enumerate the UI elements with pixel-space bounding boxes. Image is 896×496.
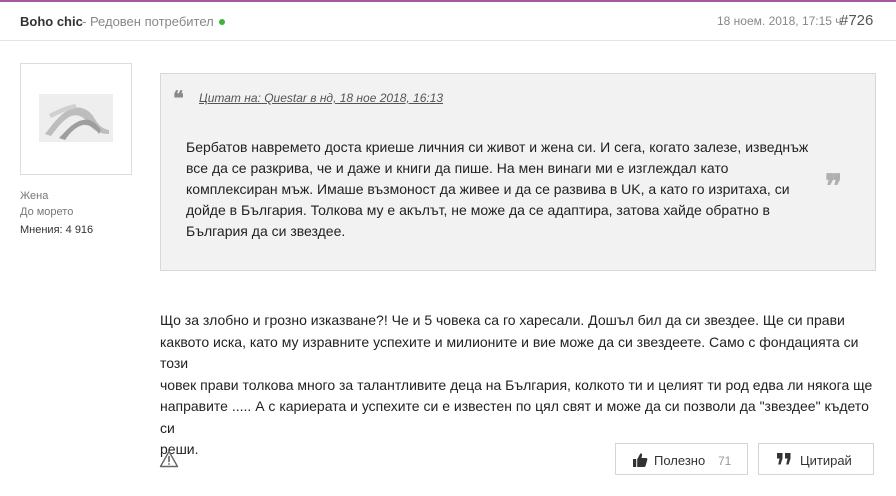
profile-post-count: Мнения: 4 916 bbox=[20, 224, 94, 236]
quote-button[interactable]: Цитирай bbox=[758, 443, 874, 475]
quote-text: Бербатов навремето доста криеше личния с… bbox=[186, 137, 811, 242]
author-role-label: - Редовен потребител bbox=[82, 14, 214, 29]
post-date: 18 ноем. 2018, 17:15 ч. bbox=[717, 14, 845, 28]
quote-line: България да си звездее. bbox=[186, 223, 346, 239]
quote-source-link[interactable]: Цитат на: Questar в нд, 18 ное 2018, 16:… bbox=[199, 91, 443, 105]
avatar[interactable] bbox=[20, 63, 132, 175]
body-line: човек прави толкова много за талантливит… bbox=[160, 376, 873, 393]
warning-triangle-icon[interactable] bbox=[159, 450, 179, 468]
thumbs-up-icon bbox=[632, 452, 648, 471]
body-line: Що за злобно и грозно изказване?! Че и 5… bbox=[160, 312, 845, 328]
quote-icon bbox=[776, 452, 792, 469]
quote-line: комплексиран мъж. Имаше възмоност да жив… bbox=[186, 181, 790, 197]
avatar-image bbox=[39, 94, 113, 142]
post-body: Що за злобно и грозно изказване?! Че и 5… bbox=[160, 310, 876, 461]
quote-open-icon: ❝ bbox=[173, 86, 184, 110]
online-status-icon bbox=[218, 18, 225, 25]
quote-line: Бербатов навремето доста криеше личния с… bbox=[186, 139, 809, 155]
author-role: - Редовен потребител bbox=[82, 14, 225, 29]
quote-line: дойде в България. Толкова му е акълът, н… bbox=[186, 202, 770, 218]
post-header: Boho chic - Редовен потребител 18 ноем. … bbox=[0, 2, 896, 41]
quote-line: все да се разкрива, че и даже и книги да… bbox=[186, 160, 729, 176]
like-count: 71 bbox=[718, 454, 732, 468]
body-line: каквото иска, като му изравните успехите… bbox=[160, 333, 859, 372]
profile-gender: Жена bbox=[20, 190, 49, 202]
post-number[interactable]: #726 bbox=[840, 12, 873, 29]
author-name[interactable]: Boho chic bbox=[20, 14, 83, 29]
like-button[interactable]: Полезно 71 bbox=[615, 443, 748, 475]
body-line: направите ..... А с кариерата и успехите… bbox=[160, 398, 869, 436]
quote-button-label: Цитирай bbox=[800, 453, 852, 468]
quote-block: ❝ Цитат на: Questar в нд, 18 ное 2018, 1… bbox=[160, 73, 876, 271]
like-label: Полезно bbox=[654, 453, 706, 468]
quote-close-icon: ❞ bbox=[825, 167, 843, 205]
profile-location: До морето bbox=[20, 206, 74, 218]
